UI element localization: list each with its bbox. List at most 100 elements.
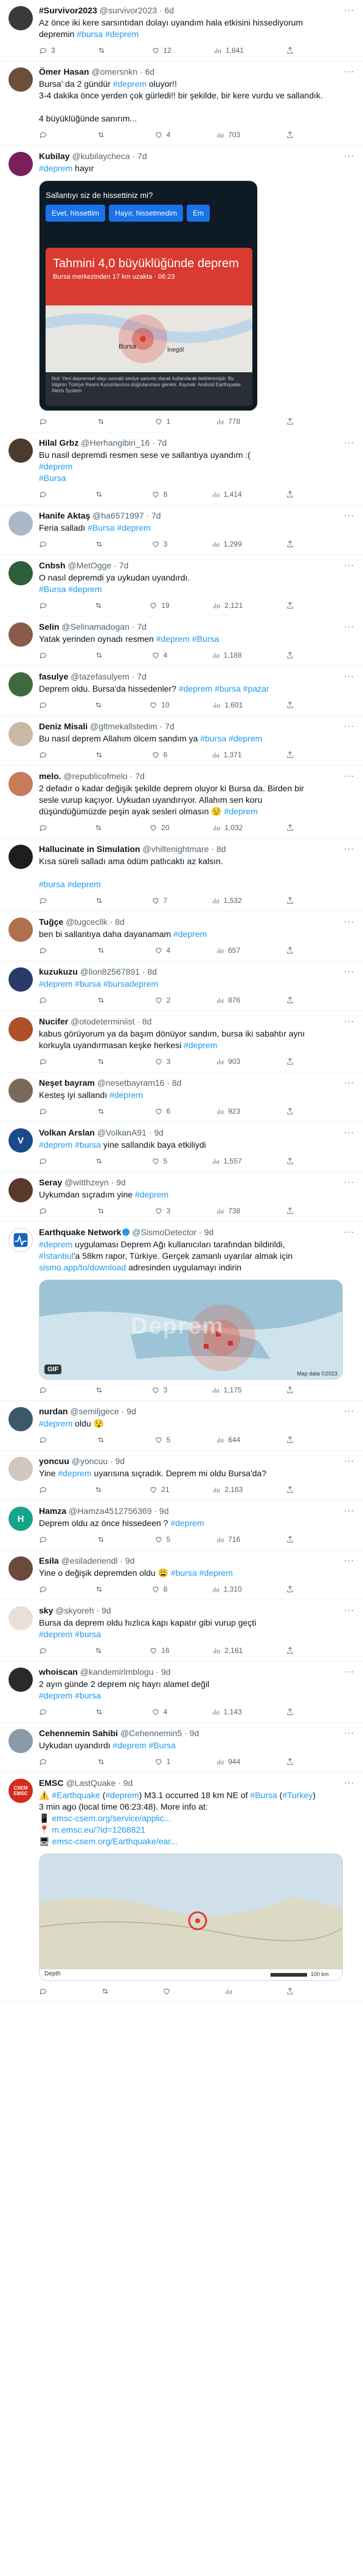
author-name[interactable]: Neşet bayram [39,1078,95,1088]
rt-button[interactable] [97,1436,109,1444]
author-handle[interactable]: @Selinamadogan [61,622,130,632]
rt-button[interactable] [97,946,109,955]
author-name[interactable]: Hamza [39,1506,66,1516]
avatar[interactable] [9,6,33,30]
hashtag-link[interactable]: #Bursa [39,473,66,483]
rt-button[interactable] [95,1157,107,1165]
tweet-15[interactable]: V Volkan Arslan @VolkanA91 · 9d ··· #deprem… [0,1122,363,1172]
tweet-19[interactable]: yoncuu @yoncuu · 9d ··· Yine #deprem uyarı… [0,1451,363,1501]
share-button[interactable] [286,131,294,139]
views-button[interactable] [224,1987,237,1995]
avatar[interactable] [9,561,33,585]
author-handle[interactable]: @kubilaycheca [72,151,130,161]
author-name[interactable]: whoiscan [39,1667,78,1677]
more-options-icon[interactable]: ··· [344,1605,354,1615]
author-name[interactable]: yoncuu [39,1456,69,1466]
hashtag-link[interactable]: m.emsc.eu/?id=1268821 [52,1825,145,1835]
avatar[interactable] [9,152,33,176]
views-button[interactable]: 2,163 [212,1485,243,1494]
timestamp[interactable]: 9d [123,1778,133,1788]
timestamp[interactable]: 8d [147,967,157,976]
hashtag-link[interactable]: #deprem [109,1090,143,1100]
author-name[interactable]: Selin [39,622,59,632]
timestamp[interactable]: 9d [204,1227,214,1237]
rt-button[interactable] [97,1057,109,1066]
hashtag-link[interactable]: #bursa [75,1629,101,1639]
rt-button[interactable] [101,1987,113,1995]
avatar[interactable] [9,722,33,746]
views-button[interactable]: 644 [216,1436,240,1444]
share-button[interactable] [286,1107,294,1116]
rt-button[interactable] [97,417,109,426]
tweet-14[interactable]: Neşet bayram @nesetbayram16 · 8d ··· Keste… [0,1072,363,1122]
like-button[interactable]: 2 [154,996,170,1004]
views-button[interactable]: 738 [216,1207,240,1215]
like-button[interactable]: 19 [149,601,170,610]
author-name[interactable]: Cehennemin Sahibi [39,1728,118,1738]
author-name[interactable]: Nucifer [39,1017,68,1026]
rt-button[interactable] [97,131,109,139]
timestamp[interactable]: 9d [126,1406,136,1416]
avatar[interactable] [9,1078,33,1103]
more-options-icon[interactable]: ··· [344,1077,354,1087]
more-options-icon[interactable]: ··· [344,843,354,853]
hashtag-link[interactable]: #deprem [113,79,147,89]
avatar[interactable] [9,967,33,992]
hashtag-link[interactable]: #Bursa [88,523,114,533]
views-button[interactable]: 657 [216,946,240,955]
timestamp[interactable]: 7d [137,672,147,681]
hashtag-link[interactable]: sismo.app/to/download [39,1262,126,1272]
share-button[interactable] [286,1987,294,1995]
share-button[interactable] [286,490,294,499]
hashtag-link[interactable]: #deprem [67,879,101,889]
views-button[interactable]: 1,557 [212,1157,242,1165]
author-name[interactable]: Ömer Hasan [39,67,89,77]
views-button[interactable]: 1,532 [212,896,242,905]
share-button[interactable] [286,701,294,709]
like-button[interactable]: 4 [154,946,170,955]
avatar[interactable] [9,1606,33,1630]
rt-button[interactable] [97,1535,109,1544]
more-options-icon[interactable]: ··· [344,1456,354,1465]
tweet-0[interactable]: #Survivor2023 @survivor2023 · 6d ··· Az ön… [0,0,363,61]
hashtag-link[interactable]: #deprem [39,979,72,989]
reply-button[interactable] [39,896,51,905]
author-handle[interactable]: @LastQuake [66,1778,116,1788]
share-button[interactable] [286,1646,294,1655]
author-handle[interactable]: @nesetbayram16 [97,1078,165,1088]
timestamp[interactable]: 9d [125,1556,135,1566]
timestamp[interactable]: 9d [116,1177,126,1187]
more-options-icon[interactable]: ··· [344,1127,354,1137]
hashtag-link[interactable]: #Bursa [39,584,66,594]
share-button[interactable] [286,1207,294,1215]
avatar[interactable] [9,1556,33,1581]
author-handle[interactable]: @tazefasulyem [71,672,130,681]
tweet-21[interactable]: Esila @esiladeriendl · 9d ··· Yine o değiş… [0,1550,363,1600]
author-name[interactable]: kuzukuzu [39,967,78,976]
timestamp[interactable]: 8d [216,844,226,854]
timestamp[interactable]: 9d [159,1506,169,1516]
views-button[interactable]: 923 [216,1107,240,1116]
like-button[interactable]: 5 [151,1157,167,1165]
earthquake-alert-image[interactable]: Sallantıyı siz de hissettiniz mi? Evet, h… [39,180,258,411]
reply-button[interactable] [39,823,51,832]
views-button[interactable]: 903 [216,1057,240,1066]
share-button[interactable] [286,651,294,659]
reply-button[interactable] [39,996,51,1004]
rt-button[interactable] [97,996,109,1004]
avatar[interactable] [9,918,33,942]
hashtag-link[interactable]: #bursa [75,1140,101,1150]
share-button[interactable] [286,540,294,548]
hashtag-link[interactable]: #deprem [224,806,258,816]
rt-button[interactable] [95,751,107,759]
avatar[interactable] [9,772,33,796]
author-name[interactable]: EMSC [39,1778,63,1788]
like-button[interactable]: 3 [151,1386,167,1394]
share-button[interactable] [286,1386,294,1394]
views-button[interactable]: 1,143 [212,1708,242,1716]
timestamp[interactable]: 7d [137,622,147,632]
like-button[interactable]: 12 [151,46,171,55]
earthquake-map-gif[interactable]: Deprem GIF Map data ©2023 [39,1279,343,1380]
like-button[interactable]: 8 [151,1585,167,1593]
hashtag-link[interactable]: #bursadeprem [103,979,158,989]
